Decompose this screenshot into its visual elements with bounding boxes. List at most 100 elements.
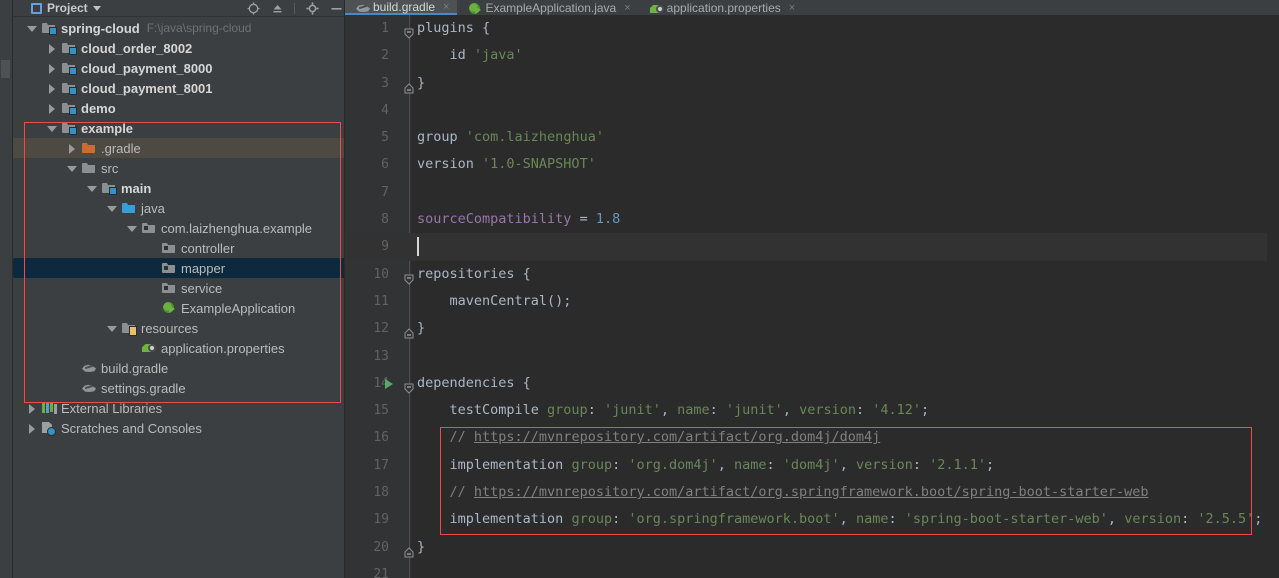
code-line-12[interactable]: 12} — [345, 315, 1279, 342]
code-line-3[interactable]: 3} — [345, 70, 1279, 97]
twisty-closed-icon[interactable] — [47, 83, 58, 94]
fold-collapse-icon[interactable] — [404, 269, 414, 285]
code-token: : — [709, 402, 726, 419]
code-line-20[interactable]: 20} — [345, 534, 1279, 561]
code-line-9[interactable]: 9 — [345, 233, 1279, 261]
tree-row-scratches-and-consoles[interactable]: Scratches and Consoles — [13, 418, 345, 438]
package-icon — [161, 240, 177, 256]
tree-row-resources[interactable]: resources — [13, 318, 345, 338]
code-line-21[interactable]: 21 — [345, 561, 1279, 578]
code-line-13[interactable]: 13 — [345, 343, 1279, 370]
minimize-icon[interactable] — [329, 1, 343, 15]
code-token[interactable]: https://mvnrepository.com/artifact/org.d… — [474, 429, 880, 445]
editor-tab-application-properties[interactable]: application.properties × — [639, 0, 804, 15]
code-text: plugins { — [417, 15, 490, 42]
tree-row-controller[interactable]: controller — [13, 238, 345, 258]
code-token: 'org.dom4j' — [628, 456, 718, 473]
tree-row-label: External Libraries — [61, 400, 163, 416]
code-line-8[interactable]: 8 sourceCompatibility = 1.8 — [345, 206, 1279, 233]
package-icon — [161, 260, 177, 276]
code-line-14[interactable]: 14 dependencies { — [345, 370, 1279, 397]
module-icon — [61, 80, 77, 96]
tree-row-mapper[interactable]: mapper — [13, 258, 345, 278]
tree-row-application-properties[interactable]: application.properties — [13, 338, 345, 358]
code-line-7[interactable]: 7 — [345, 179, 1279, 206]
code-line-10[interactable]: 10 repositories { — [345, 261, 1279, 288]
twisty-open-icon[interactable] — [127, 223, 138, 234]
line-number: 5 — [381, 130, 389, 146]
tree-row-exampleapplication[interactable]: ExampleApplication — [13, 298, 345, 318]
twisty-open-icon[interactable] — [67, 163, 78, 174]
tree-row-build-gradle[interactable]: build.gradle — [13, 358, 345, 378]
twisty-open-icon[interactable] — [107, 203, 118, 214]
code-line-19[interactable]: 19 implementation group: 'org.springfram… — [345, 506, 1279, 533]
module-icon — [61, 60, 77, 76]
tree-row-java[interactable]: java — [13, 198, 345, 218]
run-gutter-icon[interactable] — [385, 378, 393, 389]
editor-tab-build-gradle[interactable]: build.gradle × — [345, 0, 458, 15]
close-icon[interactable]: × — [624, 2, 630, 14]
project-tree-scroll[interactable]: spring-cloud F:\java\spring-cloud cloud_or… — [13, 16, 345, 578]
twisty-closed-icon[interactable] — [47, 63, 58, 74]
fold-end-icon[interactable] — [404, 78, 414, 94]
code-line-17[interactable]: 17 implementation group: 'org.dom4j', na… — [345, 452, 1279, 479]
tree-row-demo[interactable]: demo — [13, 98, 345, 118]
tree-row-service[interactable]: service — [13, 278, 345, 298]
code-line-15[interactable]: 15 testCompile group: 'junit', name: 'ju… — [345, 397, 1279, 424]
collapse-all-icon[interactable] — [270, 1, 284, 15]
code-line-6[interactable]: 6 version '1.0-SNAPSHOT' — [345, 151, 1279, 178]
code-content[interactable]: 1 plugins {2 id 'java' 3} 4 5 group 'com.laiz… — [345, 15, 1279, 578]
code-text: implementation group: 'org.dom4j', name:… — [417, 452, 995, 479]
tree-row-cloud-order-8002[interactable]: cloud_order_8002 — [13, 38, 345, 58]
twisty-open-icon[interactable] — [87, 183, 98, 194]
code-line-5[interactable]: 5 group 'com.laizhenghua' — [345, 124, 1279, 151]
fold-end-icon[interactable] — [404, 323, 414, 339]
twisty-open-icon[interactable] — [27, 23, 38, 34]
twisty-closed-icon[interactable] — [47, 103, 58, 114]
code-line-4[interactable]: 4 — [345, 97, 1279, 124]
editor-tab-exampleapplication-java[interactable]: ExampleApplication.java × — [457, 0, 638, 15]
tree-row-label: .gradle — [101, 140, 141, 156]
gear-icon[interactable] — [305, 1, 319, 15]
code-line-2[interactable]: 2 id 'java' — [345, 42, 1279, 69]
code-text: mavenCentral(); — [417, 288, 572, 315]
twisty-closed-icon[interactable] — [67, 143, 78, 154]
tree-row-cloud-payment-8000[interactable]: cloud_payment_8000 — [13, 58, 345, 78]
code-line-11[interactable]: 11 mavenCentral(); — [345, 288, 1279, 315]
close-icon[interactable]: × — [789, 2, 795, 14]
chevron-down-icon[interactable] — [92, 5, 101, 11]
close-icon[interactable]: × — [443, 1, 449, 13]
twisty-open-icon[interactable] — [47, 123, 58, 134]
code-token: , — [782, 402, 800, 419]
editor-body[interactable]: 1 plugins {2 id 'java' 3} 4 5 group 'com.laiz… — [345, 15, 1279, 578]
fold-collapse-icon[interactable] — [404, 23, 414, 39]
code-token: sourceCompatibility — [417, 211, 572, 228]
twisty-closed-icon[interactable] — [27, 403, 38, 414]
code-text: group 'com.laizhenghua' — [417, 124, 604, 151]
fold-end-icon[interactable] — [404, 542, 414, 558]
tree-row-cloud-payment-8001[interactable]: cloud_payment_8001 — [13, 78, 345, 98]
code-text: dependencies { — [417, 370, 531, 397]
tree-row-com-laizhenghua-example[interactable]: com.laizhenghua.example — [13, 218, 345, 238]
tree-row--gradle[interactable]: .gradle — [13, 138, 345, 158]
editor-scrollbar[interactable] — [1267, 15, 1279, 578]
tree-row-example[interactable]: example — [13, 118, 345, 138]
code-line-16[interactable]: 16 // https://mvnrepository.com/artifact… — [345, 424, 1279, 451]
twisty-closed-icon[interactable] — [27, 423, 38, 434]
code-line-1[interactable]: 1 plugins { — [345, 15, 1279, 42]
twisty-open-icon[interactable] — [107, 323, 118, 334]
tree-row-src[interactable]: src — [13, 158, 345, 178]
code-line-18[interactable]: 18 // https://mvnrepository.com/artifact… — [345, 479, 1279, 506]
locate-target-icon[interactable] — [246, 1, 260, 15]
twisty-closed-icon[interactable] — [47, 43, 58, 54]
tree-row-external-libraries[interactable]: External Libraries — [13, 398, 345, 418]
tree-row-label: example — [81, 120, 134, 136]
code-token: } — [417, 74, 426, 91]
tree-row-settings-gradle[interactable]: settings.gradle — [13, 378, 345, 398]
fold-collapse-icon[interactable] — [404, 378, 414, 394]
tree-row-main[interactable]: main — [13, 178, 345, 198]
code-token[interactable]: https://mvnrepository.com/artifact/org.s… — [474, 484, 1149, 500]
tree-row-spring-cloud[interactable]: spring-cloud F:\java\spring-cloud — [13, 18, 345, 38]
code-token: group — [547, 402, 588, 419]
